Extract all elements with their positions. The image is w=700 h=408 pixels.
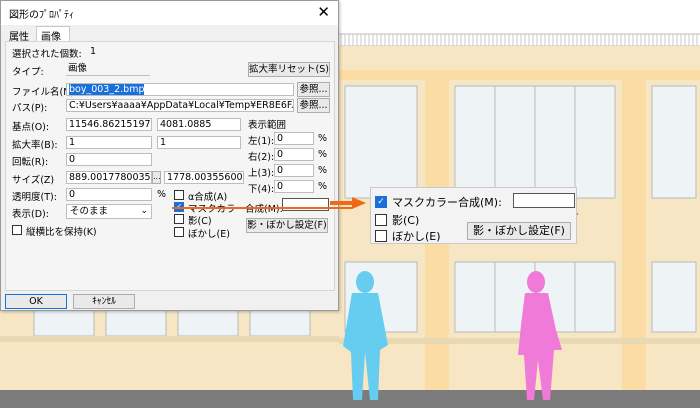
arrow-head-icon	[352, 197, 366, 209]
callout-mask-label: マスクカラー合成(M):	[392, 196, 502, 209]
callout-mask-checkbox[interactable]: ✓	[375, 196, 387, 208]
callout-shadow-blur-button[interactable]: 影・ぼかし設定(F)	[467, 222, 571, 240]
callout-mask-swatch[interactable]	[513, 193, 575, 208]
callout-blur-label: ぼかし(E)	[392, 230, 441, 243]
callout-arrow	[172, 197, 578, 215]
zoom-callout: ✓ マスクカラー合成(M): 影(C) ぼかし(E) 影・ぼかし設定(F)	[370, 187, 577, 244]
callout-shadow-checkbox[interactable]	[375, 214, 387, 226]
callout-shadow-label: 影(C)	[392, 214, 420, 227]
callout-blur-checkbox[interactable]	[375, 230, 387, 242]
